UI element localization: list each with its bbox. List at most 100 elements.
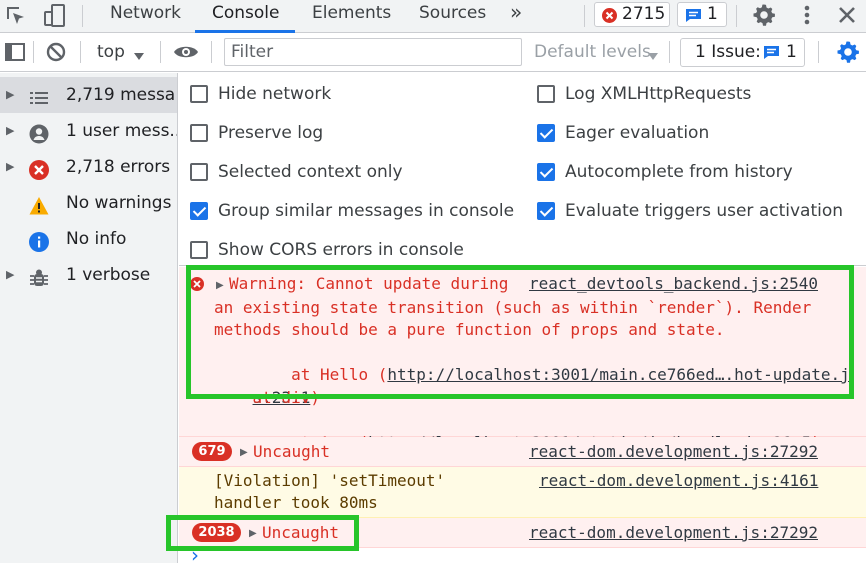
console-sidebar: ▶ 2,719 messa... ▶ 1 user mess... ▶ 2,71… (0, 73, 178, 563)
filter-field[interactable] (224, 38, 522, 66)
error-count-button[interactable]: 2715 (594, 2, 670, 27)
sidebar-item-label: 2,718 errors (66, 157, 171, 177)
sidebar-item-warnings[interactable]: No warnings (0, 185, 177, 221)
violation-line-2: handler took 80ms (214, 493, 378, 512)
more-options-icon[interactable] (797, 3, 817, 27)
console-message-warning[interactable]: ▶ Warning: Cannot update during react_de… (179, 267, 866, 452)
warning-line-3: methods should be a pure function of pro… (214, 320, 725, 339)
context-selector[interactable]: top (97, 33, 125, 72)
console-message-uncaught[interactable]: 679 ▶ Uncaught react-dom.development.js:… (179, 437, 866, 467)
list-icon (29, 85, 49, 105)
violation-source-link[interactable]: react-dom.development.js:4161 (539, 470, 818, 492)
console-prompt[interactable]: › (179, 543, 866, 563)
warning-line-2: an existing state transition (such as wi… (214, 298, 812, 317)
cors-errors-label: Show CORS errors in console (218, 240, 464, 260)
info-icon (29, 229, 49, 252)
message-count: 1 (707, 4, 718, 24)
live-expression-eye-icon[interactable] (173, 42, 199, 62)
uncaught-label: Uncaught (262, 523, 340, 542)
console-settings-pane: Hide network Preserve log Selected conte… (179, 73, 866, 266)
evaluate-triggers-label: Evaluate triggers user activation (565, 201, 844, 221)
user-icon (29, 121, 49, 144)
expand-arrow-icon[interactable]: ▶ (6, 113, 14, 149)
chevron-down-icon[interactable] (133, 47, 145, 60)
preserve-log-label: Preserve log (218, 123, 324, 143)
selected-context-label: Selected context only (218, 162, 403, 182)
expand-triangle-icon[interactable]: ▶ (249, 528, 257, 539)
hide-network-label: Hide network (218, 84, 332, 104)
stack-frame-suffix: ) (310, 388, 320, 407)
expand-arrow-icon[interactable]: ▶ (6, 77, 14, 113)
evaluate-triggers-checkbox[interactable] (537, 202, 555, 220)
levels-chevron-down-icon[interactable] (647, 47, 659, 60)
sidebar-item-label: 1 verbose (66, 265, 151, 285)
settings-gear-icon[interactable] (752, 3, 776, 27)
error-icon (190, 276, 204, 291)
log-levels-dropdown[interactable]: Default levels (534, 33, 651, 72)
group-similar-checkbox[interactable] (190, 202, 208, 220)
expand-triangle-icon[interactable]: ▶ (216, 280, 224, 291)
violation-line-1: [Violation] 'setTimeout' (214, 471, 446, 490)
issues-label: 1 Issue: (695, 42, 761, 62)
repeat-count-badge: 679 (192, 442, 232, 461)
sidebar-item-errors[interactable]: ▶ 2,718 errors (0, 149, 177, 185)
repeat-count-badge: 2038 (192, 523, 241, 542)
message-count-button[interactable]: 1 (677, 2, 727, 27)
message-icon (685, 7, 702, 22)
tab-network[interactable]: Network (110, 0, 181, 33)
sidebar-toggle-icon[interactable] (4, 41, 26, 63)
sidebar-item-label: 2,719 messa... (66, 85, 177, 105)
sidebar-item-verbose[interactable]: ▶ 1 verbose (0, 257, 177, 293)
warning-source-link[interactable]: react_devtools_backend.js:2540 (529, 273, 818, 295)
group-similar-label: Group similar messages in console (218, 201, 515, 221)
more-tabs-button[interactable]: » (510, 0, 522, 33)
inspect-element-icon[interactable] (4, 4, 28, 28)
error-icon (29, 157, 49, 180)
tab-elements[interactable]: Elements (312, 0, 391, 33)
tab-console[interactable]: Console (212, 0, 280, 33)
sidebar-item-messages[interactable]: ▶ 2,719 messa... (0, 77, 177, 113)
eager-eval-label: Eager evaluation (565, 123, 710, 143)
filter-input[interactable] (225, 39, 521, 65)
sidebar-item-label: 1 user mess... (66, 121, 177, 141)
hide-network-checkbox[interactable] (190, 85, 208, 103)
console-toolbar: top Default levels 1 Issue: 1 (0, 33, 866, 72)
autocomplete-checkbox[interactable] (537, 163, 555, 181)
sidebar-item-user-messages[interactable]: ▶ 1 user mess... (0, 113, 177, 149)
preserve-log-checkbox[interactable] (190, 124, 208, 142)
sidebar-item-label: No warnings (66, 193, 172, 213)
issue-message-icon (763, 45, 780, 60)
log-xhr-checkbox[interactable] (537, 85, 555, 103)
warning-icon (29, 193, 49, 215)
expand-triangle-icon[interactable]: ▶ (240, 447, 248, 458)
clear-console-icon[interactable] (45, 41, 67, 63)
uncaught-source-link[interactable]: react-dom.development.js:27292 (529, 441, 818, 463)
error-icon (602, 7, 617, 23)
console-message-violation[interactable]: [Violation] 'setTimeout' handler took 80… (179, 467, 866, 518)
stack-frame-div: at div (214, 388, 311, 407)
expand-arrow-icon[interactable]: ▶ (6, 149, 14, 185)
prompt-chevron: › (191, 543, 199, 563)
sidebar-item-label: No info (66, 229, 127, 249)
issues-button[interactable]: 1 Issue: 1 (680, 38, 805, 67)
issues-count: 1 (786, 42, 797, 62)
close-icon[interactable] (836, 4, 858, 26)
expand-arrow-icon[interactable]: ▶ (6, 257, 14, 293)
device-toolbar-icon[interactable] (42, 3, 68, 29)
devtools-tab-bar: Network Console Elements Sources » 2715 … (0, 0, 866, 33)
selected-context-checkbox[interactable] (190, 163, 208, 181)
sidebar-item-info[interactable]: No info (0, 221, 177, 257)
log-xhr-label: Log XMLHttpRequests (565, 84, 752, 104)
uncaught-label: Uncaught (253, 442, 331, 461)
error-count: 2715 (622, 4, 666, 24)
autocomplete-label: Autocomplete from history (565, 162, 793, 182)
cors-errors-checkbox[interactable] (190, 241, 208, 259)
warning-line-1: Warning: Cannot update during (229, 274, 509, 293)
tab-sources[interactable]: Sources (419, 0, 486, 33)
eager-eval-checkbox[interactable] (537, 124, 555, 142)
stack-frame-hello-link[interactable]: http://localhost:3001/main.ce766ed….hot-… (387, 365, 849, 384)
uncaught-source-link[interactable]: react-dom.development.js:27292 (529, 522, 818, 544)
console-settings-gear-icon[interactable] (836, 40, 860, 64)
console-message-uncaught-2[interactable]: 2038 ▶ Uncaught react-dom.development.js… (179, 518, 866, 548)
bug-icon (29, 265, 49, 286)
